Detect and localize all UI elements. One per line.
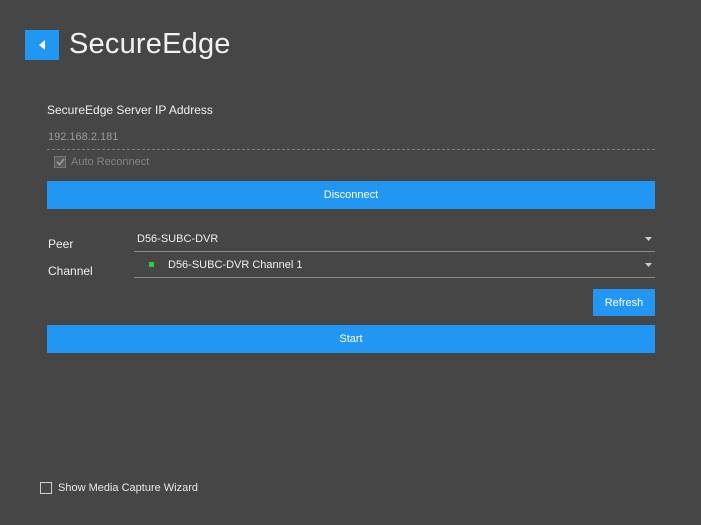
auto-reconnect-label: Auto Reconnect — [71, 156, 150, 168]
channel-select[interactable]: D56-SUBC-DVR Channel 1 — [134, 252, 655, 278]
server-ip-input[interactable] — [47, 124, 655, 150]
channel-select-value: D56-SUBC-DVR Channel 1 — [168, 258, 303, 271]
back-button[interactable] — [25, 30, 59, 60]
peer-label: Peer — [48, 237, 74, 251]
chevron-down-icon — [642, 262, 654, 267]
wizard-label: Show Media Capture Wizard — [58, 482, 199, 494]
chevron-down-icon — [642, 236, 654, 241]
server-ip-label: SecureEdge Server IP Address — [47, 103, 213, 117]
chevron-left-icon — [39, 40, 45, 50]
disconnect-button[interactable]: Disconnect — [47, 181, 655, 209]
refresh-button[interactable]: Refresh — [593, 289, 655, 316]
show-media-capture-wizard-checkbox[interactable]: Show Media Capture Wizard — [40, 482, 198, 494]
start-button[interactable]: Start — [47, 325, 655, 353]
auto-reconnect-checkbox[interactable]: Auto Reconnect — [54, 156, 149, 168]
check-icon — [55, 158, 65, 166]
channel-label: Channel — [48, 264, 93, 278]
checkbox-box[interactable] — [54, 156, 66, 168]
app-title: SecureEdge — [69, 28, 231, 60]
checkbox-box[interactable] — [40, 482, 52, 494]
peer-select[interactable]: D56-SUBC-DVR — [134, 226, 655, 252]
peer-select-value: D56-SUBC-DVR — [137, 232, 219, 245]
status-indicator-icon — [149, 262, 154, 267]
